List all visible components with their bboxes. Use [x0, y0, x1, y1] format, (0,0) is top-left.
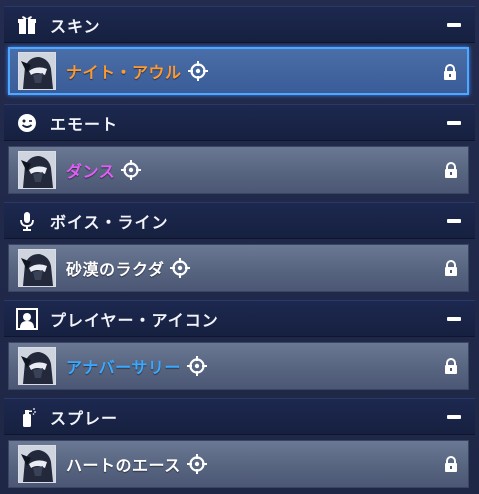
lock-icon [445, 260, 457, 276]
section-title: ボイス・ライン [50, 212, 169, 232]
item-name: ナイト・アウル [66, 63, 182, 82]
smiley-icon [14, 110, 40, 136]
section-header-spray[interactable]: スプレー [4, 398, 475, 435]
crosshair-icon[interactable] [121, 160, 142, 180]
item-row-voice-line[interactable]: 砂漠のラクダ [8, 244, 469, 292]
section-header-voice-line[interactable]: ボイス・ライン [4, 202, 475, 239]
crosshair-icon[interactable] [187, 61, 208, 81]
hero-portrait [18, 249, 56, 287]
crosshair-icon[interactable] [186, 356, 207, 376]
hero-portrait [18, 347, 56, 385]
player-icon [14, 306, 40, 332]
crosshair-icon[interactable] [186, 454, 207, 474]
section-title: プレイヤー・アイコン [50, 310, 219, 330]
collapse-button[interactable] [447, 317, 461, 321]
item-row-emote[interactable]: ダンス [8, 146, 469, 194]
spray-can-icon [14, 404, 40, 430]
hero-portrait [18, 445, 56, 483]
gift-icon [14, 12, 40, 38]
item-name: ダンス [66, 162, 116, 181]
hero-portrait [18, 151, 56, 189]
collapse-button[interactable] [447, 415, 461, 419]
section-title: スプレー [50, 408, 119, 428]
item-row-player-icon[interactable]: アナバーサリー [8, 342, 469, 390]
section-title: スキン [50, 16, 101, 36]
item-name: ハートのエース [66, 456, 181, 475]
collapse-button[interactable] [447, 23, 461, 27]
microphone-icon [14, 208, 40, 234]
section-header-emote[interactable]: エモート [4, 104, 475, 141]
section-title: エモート [50, 114, 119, 134]
item-row-spray[interactable]: ハートのエース [8, 440, 469, 488]
item-name: 砂漠のラクダ [66, 260, 165, 279]
section-header-player-icon[interactable]: プレイヤー・アイコン [4, 300, 475, 337]
lock-icon [445, 456, 457, 472]
collapse-button[interactable] [447, 219, 461, 223]
item-name: アナバーサリー [66, 358, 181, 377]
lock-icon [445, 358, 457, 374]
lock-icon [445, 162, 457, 178]
cosmetics-panel: スキン ナイト・アウル エモート ダンス ボイス・ライン 砂漠のラクダ プレイヤ… [0, 0, 479, 494]
lock-icon [444, 64, 456, 80]
crosshair-icon[interactable] [170, 258, 191, 278]
section-header-skin[interactable]: スキン [4, 6, 475, 43]
hero-portrait [18, 52, 56, 90]
item-row-skin[interactable]: ナイト・アウル [8, 47, 469, 95]
collapse-button[interactable] [447, 121, 461, 125]
